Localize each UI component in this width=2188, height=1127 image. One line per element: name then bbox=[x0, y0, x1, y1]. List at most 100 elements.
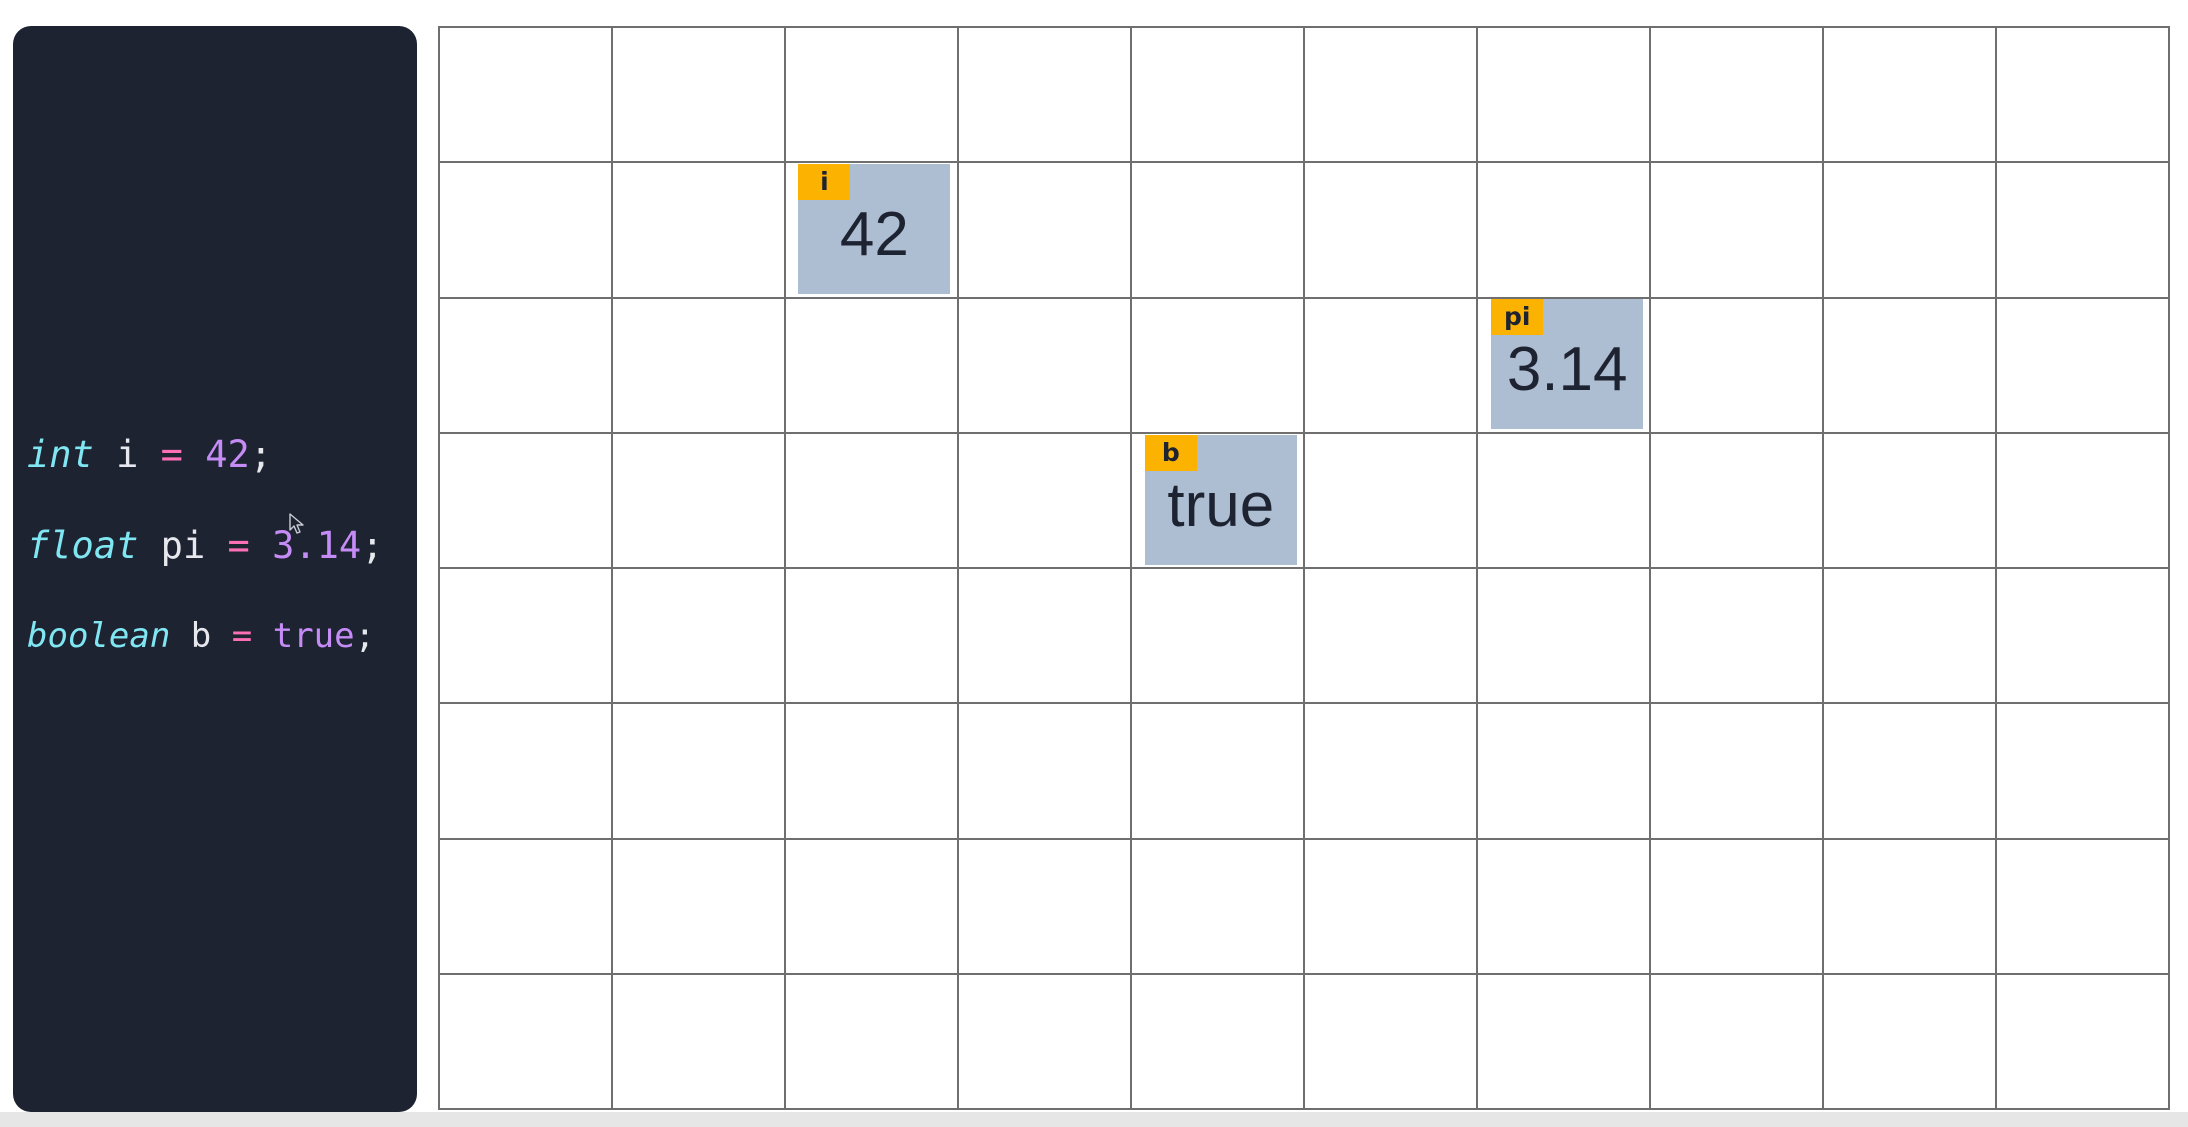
variable-label: b bbox=[1144, 434, 1197, 471]
memory-cell bbox=[1478, 163, 1651, 299]
memory-cell bbox=[1132, 163, 1305, 299]
memory-cell bbox=[1305, 28, 1478, 164]
memory-cell bbox=[1997, 974, 2170, 1110]
assign-operator: = bbox=[227, 524, 250, 567]
memory-cell bbox=[786, 298, 959, 434]
memory-cell bbox=[613, 433, 786, 569]
literal-value: true bbox=[272, 616, 355, 656]
semicolon: ; bbox=[354, 616, 376, 656]
code-line-int: int i = 42; bbox=[27, 436, 272, 473]
type-keyword: int bbox=[27, 433, 94, 476]
literal-value: 3.14 bbox=[272, 524, 362, 567]
code-panel: int i = 42; float pi = 3.14; boolean b =… bbox=[13, 26, 417, 1112]
assign-operator: = bbox=[231, 616, 253, 656]
memory-cell bbox=[1305, 163, 1478, 299]
memory-cell bbox=[1824, 298, 1997, 434]
memory-cell bbox=[1305, 974, 1478, 1110]
memory-cell bbox=[1478, 433, 1651, 569]
memory-cell bbox=[959, 298, 1132, 434]
memory-cell bbox=[613, 704, 786, 840]
memory-cell bbox=[1478, 569, 1651, 705]
memory-cell bbox=[440, 569, 613, 705]
variable-value: true bbox=[1167, 470, 1275, 540]
memory-cell bbox=[1132, 569, 1305, 705]
memory-cell bbox=[613, 839, 786, 975]
code-line-boolean: boolean b = true; bbox=[27, 619, 375, 653]
memory-cell bbox=[1478, 974, 1651, 1110]
variable-box-i: i 42 bbox=[798, 163, 951, 294]
memory-cell bbox=[613, 163, 786, 299]
memory-cell bbox=[959, 704, 1132, 840]
memory-cell bbox=[1651, 298, 1824, 434]
variable-name: i bbox=[116, 433, 139, 476]
memory-cell bbox=[786, 433, 959, 569]
memory-cell bbox=[1132, 704, 1305, 840]
variable-name: b bbox=[190, 616, 212, 656]
memory-cell bbox=[1478, 839, 1651, 975]
memory-cell bbox=[1824, 839, 1997, 975]
memory-cell bbox=[440, 28, 613, 164]
code-line-float: float pi = 3.14; bbox=[27, 527, 383, 564]
memory-cell bbox=[1305, 433, 1478, 569]
memory-cell bbox=[1305, 298, 1478, 434]
memory-cell bbox=[613, 569, 786, 705]
memory-cell bbox=[1478, 704, 1651, 840]
memory-cell bbox=[1132, 839, 1305, 975]
variable-label: pi bbox=[1491, 299, 1544, 335]
memory-cell bbox=[440, 839, 613, 975]
memory-cell bbox=[1305, 704, 1478, 840]
memory-cell bbox=[959, 839, 1132, 975]
memory-cell bbox=[1651, 704, 1824, 840]
bottom-strip bbox=[0, 1112, 2188, 1127]
memory-cell bbox=[786, 569, 959, 705]
variable-box-b: b true bbox=[1144, 434, 1297, 565]
memory-cell bbox=[440, 433, 613, 569]
memory-cell bbox=[959, 433, 1132, 569]
memory-cell bbox=[440, 298, 613, 434]
memory-cell bbox=[1651, 28, 1824, 164]
memory-cell bbox=[1478, 28, 1651, 164]
memory-cell bbox=[1997, 163, 2170, 299]
memory-cell bbox=[1997, 839, 2170, 975]
assign-operator: = bbox=[160, 433, 183, 476]
memory-cell bbox=[959, 163, 1132, 299]
memory-cell bbox=[1824, 433, 1997, 569]
memory-cell bbox=[1651, 433, 1824, 569]
memory-cell bbox=[786, 28, 959, 164]
memory-cell bbox=[440, 163, 613, 299]
type-keyword: boolean bbox=[27, 616, 171, 656]
memory-cell bbox=[786, 974, 959, 1110]
memory-cell bbox=[786, 704, 959, 840]
memory-cell bbox=[1997, 433, 2170, 569]
memory-cell bbox=[440, 974, 613, 1110]
memory-cell bbox=[1997, 569, 2170, 705]
memory-cell bbox=[1824, 704, 1997, 840]
mouse-pointer-icon bbox=[289, 513, 304, 534]
memory-cell bbox=[613, 28, 786, 164]
memory-cell bbox=[613, 298, 786, 434]
variable-label: i bbox=[798, 163, 851, 200]
memory-cell bbox=[1651, 569, 1824, 705]
memory-cell bbox=[959, 569, 1132, 705]
memory-cell bbox=[1997, 704, 2170, 840]
memory-cell bbox=[1824, 163, 1997, 299]
memory-grid bbox=[438, 26, 2170, 1110]
memory-cell bbox=[1651, 163, 1824, 299]
variable-value: 3.14 bbox=[1506, 335, 1628, 404]
memory-cell bbox=[1651, 839, 1824, 975]
memory-cell bbox=[1997, 298, 2170, 434]
memory-cell bbox=[1305, 569, 1478, 705]
memory-cell bbox=[959, 974, 1132, 1110]
memory-cell bbox=[1824, 28, 1997, 164]
type-keyword: float bbox=[27, 524, 139, 567]
variable-name: pi bbox=[160, 524, 206, 567]
variable-box-pi: pi 3.14 bbox=[1491, 299, 1644, 429]
memory-cell bbox=[440, 704, 613, 840]
memory-cell bbox=[1824, 569, 1997, 705]
memory-cell bbox=[959, 28, 1132, 164]
variable-value: 42 bbox=[839, 199, 909, 269]
memory-cell bbox=[786, 839, 959, 975]
memory-cell bbox=[1132, 298, 1305, 434]
memory-cell bbox=[1824, 974, 1997, 1110]
memory-cell bbox=[1132, 28, 1305, 164]
